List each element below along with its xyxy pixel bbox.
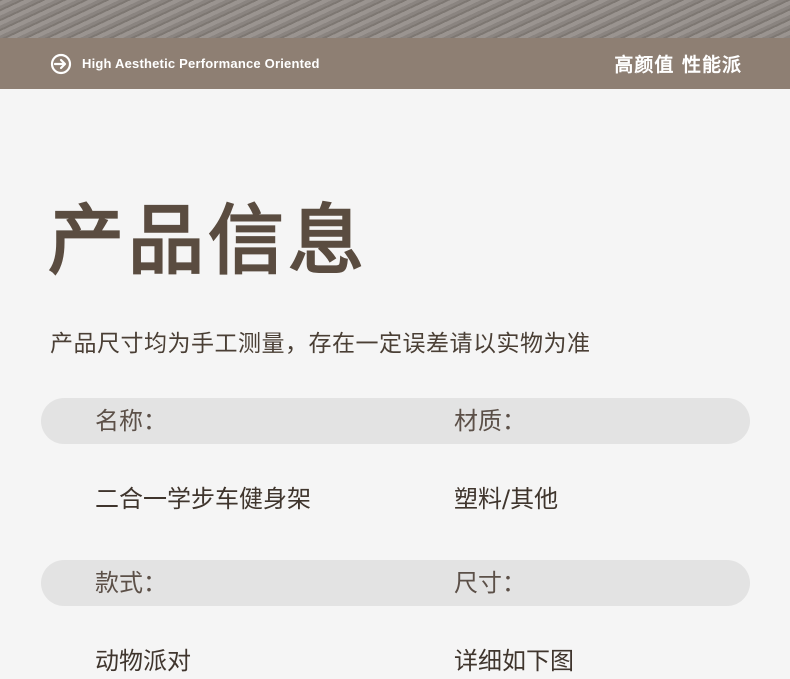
- spec-label-size: 尺寸：: [454, 569, 526, 597]
- banner-left: High Aesthetic Performance Oriented: [50, 53, 320, 75]
- spec-value-size: 详细如下图: [454, 647, 574, 675]
- spec-value-style: 动物派对: [95, 647, 191, 675]
- spec-label-name: 名称：: [95, 407, 167, 435]
- banner-slogan: High Aesthetic Performance Oriented: [82, 56, 320, 71]
- spec-value-material: 塑料/其他: [454, 485, 559, 513]
- section-title: 产品信息: [48, 196, 368, 285]
- banner-tagline: 高颜值 性能派: [614, 54, 742, 76]
- arrow-circle-icon: [50, 53, 72, 75]
- header-banner: High Aesthetic Performance Oriented 高颜值 …: [0, 38, 790, 89]
- spec-value-name: 二合一学步车健身架: [95, 485, 311, 513]
- spec-label-material: 材质：: [454, 407, 526, 435]
- section-subtitle: 产品尺寸均为手工测量，存在一定误差请以实物为准: [50, 331, 591, 357]
- spec-label-style: 款式：: [95, 569, 167, 597]
- top-texture-image: [0, 0, 790, 38]
